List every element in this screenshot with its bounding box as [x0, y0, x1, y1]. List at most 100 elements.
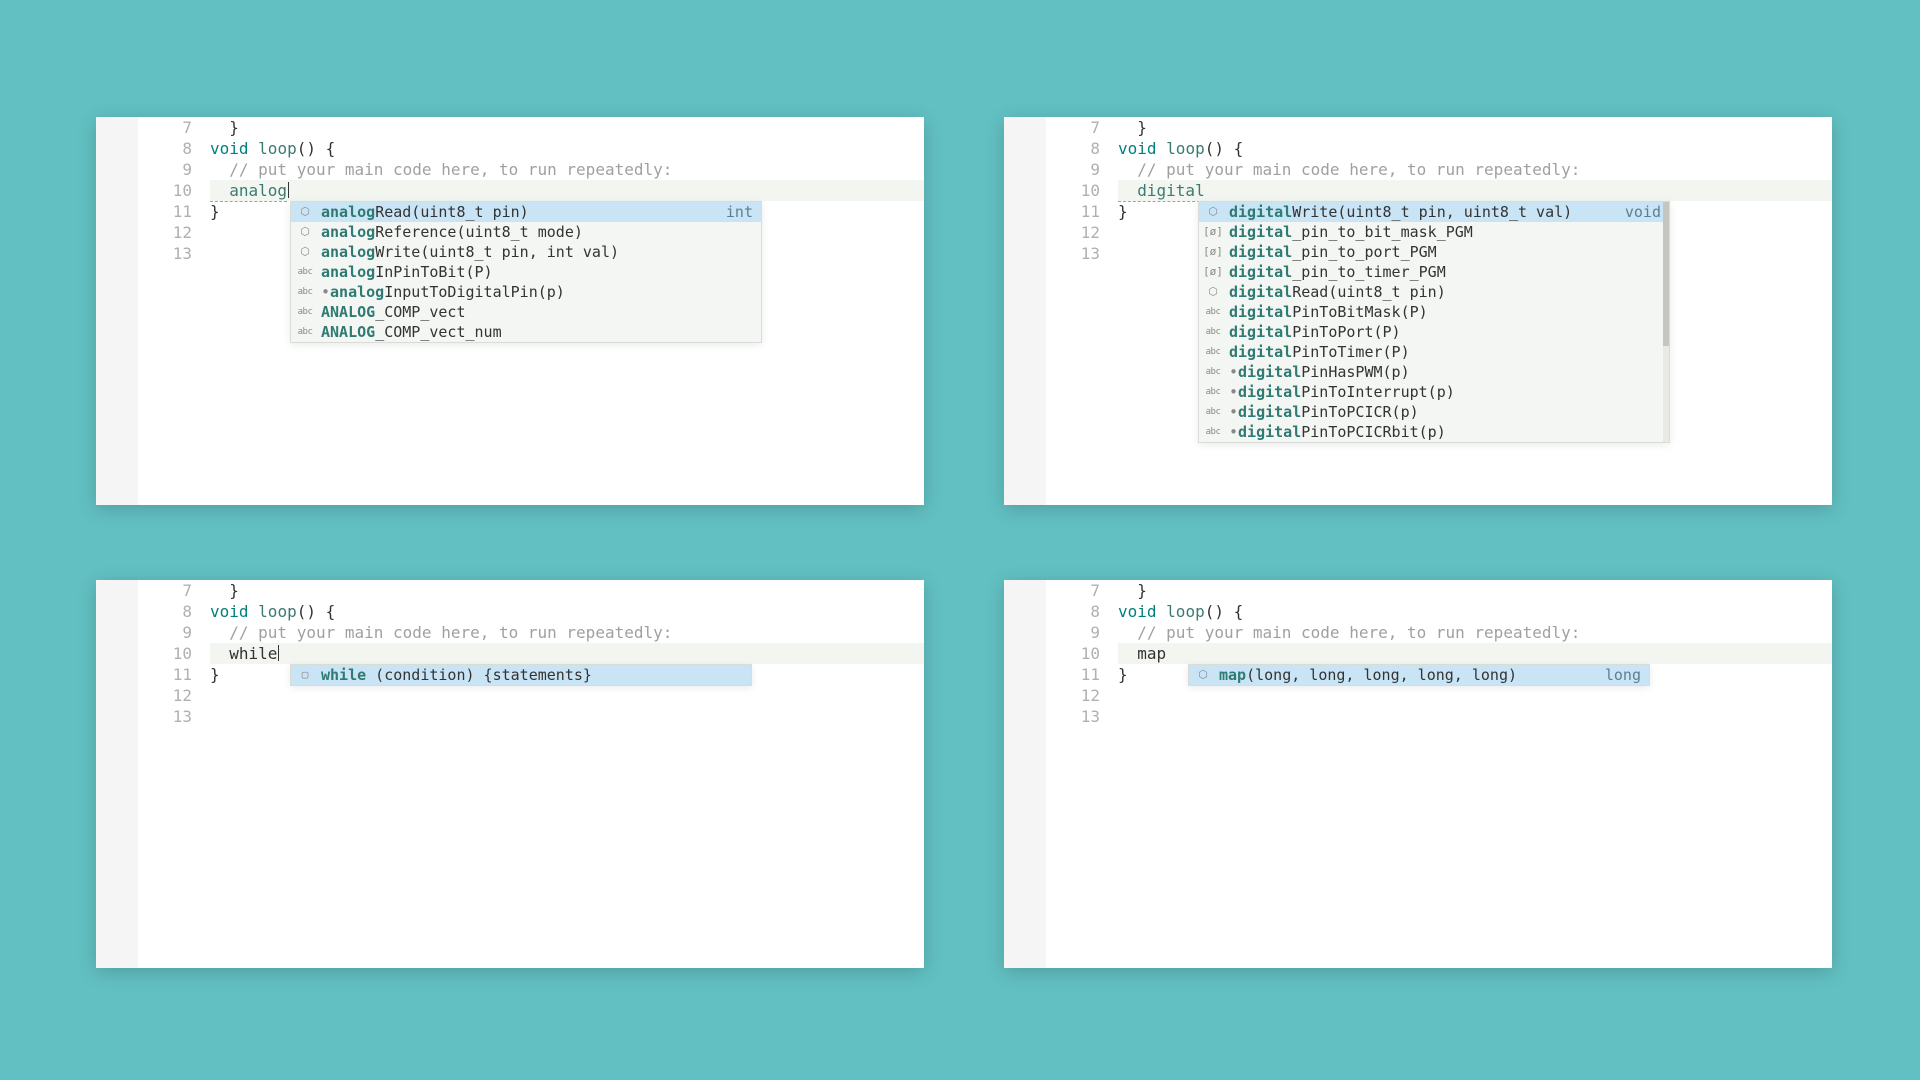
autocomplete-item[interactable]: abcANALOG_COMP_vect_num — [291, 322, 761, 342]
abc-icon: abc — [297, 302, 313, 322]
line-number: 12 — [1046, 222, 1118, 243]
code-line: } — [210, 581, 239, 600]
code-line: void loop() { — [1118, 138, 1832, 159]
abc-icon: abc — [1205, 302, 1221, 322]
text-cursor — [288, 182, 289, 198]
line-number: 12 — [138, 685, 210, 706]
bracket-icon: [ø] — [1205, 222, 1221, 242]
autocomplete-label: analogInPinToBit(P) — [321, 262, 753, 282]
active-line[interactable]: map — [1118, 643, 1832, 664]
abc-icon: abc — [1205, 422, 1221, 442]
autocomplete-label: digitalWrite(uint8_t pin, uint8_t val) — [1229, 202, 1607, 222]
autocomplete-item[interactable]: ▢while (condition) {statements} — [291, 665, 751, 685]
autocomplete-label: ANALOG_COMP_vect_num — [321, 322, 753, 342]
autocomplete-item[interactable]: ⬡ analogRead(uint8_t pin) int — [291, 202, 761, 222]
line-number-gutter: 7 8 9 10 11 12 13 — [138, 117, 210, 505]
autocomplete-popup[interactable]: ▢while (condition) {statements} — [290, 664, 752, 686]
line-number: 12 — [138, 222, 210, 243]
line-number: 9 — [138, 622, 210, 643]
editor-panel-while: 7 8 9 10 11 12 13 } void loop() { // put… — [96, 580, 924, 968]
active-line[interactable]: analog — [210, 180, 924, 201]
abc-icon: abc — [1205, 382, 1221, 402]
code-line: void loop() { — [1118, 601, 1832, 622]
autocomplete-item[interactable]: ⬡digitalRead(uint8_t pin) — [1199, 282, 1669, 302]
autocomplete-label: digitalPinToBitMask(P) — [1229, 302, 1661, 322]
autocomplete-label: digital_pin_to_timer_PGM — [1229, 262, 1661, 282]
autocomplete-popup[interactable]: ⬡map(long, long, long, long, long)long — [1188, 664, 1650, 686]
line-number-gutter: 7 8 9 10 11 12 13 — [1046, 580, 1118, 968]
autocomplete-item[interactable]: abc•digitalPinHasPWM(p) — [1199, 362, 1669, 382]
autocomplete-item[interactable]: [ø] digital_pin_to_bit_mask_PGM — [1199, 222, 1669, 242]
line-number: 7 — [138, 580, 210, 601]
code-area[interactable]: } void loop() { // put your main code he… — [1118, 580, 1832, 968]
editor-panel-digital: 7 8 9 10 11 12 13 } void loop() { // put… — [1004, 117, 1832, 505]
line-number: 10 — [1046, 180, 1118, 201]
autocomplete-item[interactable]: abcdigitalPinToTimer(P) — [1199, 342, 1669, 362]
return-type: void — [1615, 202, 1661, 222]
popup-scrollbar-thumb[interactable] — [1663, 202, 1669, 346]
code-area[interactable]: } void loop() { // put your main code he… — [1118, 117, 1832, 505]
code-comment: // put your main code here, to run repea… — [1118, 160, 1580, 179]
code-line: } — [1118, 665, 1128, 684]
cube-icon: ⬡ — [297, 202, 313, 222]
line-number: 9 — [1046, 622, 1118, 643]
code-area[interactable]: } void loop() { // put your main code he… — [210, 580, 924, 968]
autocomplete-item[interactable]: ⬡analogReference(uint8_t mode) — [291, 222, 761, 242]
line-number: 8 — [1046, 601, 1118, 622]
autocomplete-item[interactable]: abc•digitalPinToPCICRbit(p) — [1199, 422, 1669, 442]
gutter-margin — [96, 117, 138, 505]
autocomplete-item[interactable]: ⬡map(long, long, long, long, long)long — [1189, 665, 1649, 685]
autocomplete-item[interactable]: abcdigitalPinToPort(P) — [1199, 322, 1669, 342]
gutter-margin — [1004, 580, 1046, 968]
line-number: 10 — [138, 643, 210, 664]
autocomplete-item[interactable]: abc ANALOG_COMP_vect — [291, 302, 761, 322]
gutter-margin — [1004, 117, 1046, 505]
active-line[interactable]: while — [210, 643, 924, 664]
abc-icon: abc — [1205, 342, 1221, 362]
editor-panel-analog: 7 8 9 10 11 12 13 } void loop() { // put… — [96, 117, 924, 505]
autocomplete-item[interactable]: ⬡digitalWrite(uint8_t pin, uint8_t val)v… — [1199, 202, 1669, 222]
autocomplete-item[interactable]: abc•digitalPinToPCICR(p) — [1199, 402, 1669, 422]
line-number-gutter: 7 8 9 10 11 12 13 — [1046, 117, 1118, 505]
line-number: 10 — [1046, 643, 1118, 664]
line-number: 8 — [138, 138, 210, 159]
code-comment: // put your main code here, to run repea… — [210, 160, 672, 179]
active-line[interactable]: digital — [1118, 180, 1832, 201]
code-line: } — [210, 665, 220, 684]
line-number: 13 — [138, 706, 210, 727]
line-number: 7 — [1046, 117, 1118, 138]
autocomplete-label: analogWrite(uint8_t pin, int val) — [321, 242, 753, 262]
autocomplete-item[interactable]: [ø]digital_pin_to_port_PGM — [1199, 242, 1669, 262]
code-line — [210, 706, 924, 727]
autocomplete-label: •analogInputToDigitalPin(p) — [321, 282, 753, 302]
code-line: } — [210, 202, 220, 221]
typed-text: while — [210, 644, 277, 663]
line-number: 13 — [138, 243, 210, 264]
return-type: int — [716, 202, 753, 222]
autocomplete-item[interactable]: ⬡analogWrite(uint8_t pin, int val) — [291, 242, 761, 262]
autocomplete-popup[interactable]: ⬡ analogRead(uint8_t pin) int⬡analogRefere… — [290, 201, 762, 343]
autocomplete-label: ANALOG_COMP_vect — [321, 302, 753, 322]
gutter-margin — [96, 580, 138, 968]
autocomplete-item[interactable]: abc•digitalPinToInterrupt(p) — [1199, 382, 1669, 402]
abc-icon: abc — [297, 282, 313, 302]
line-number-gutter: 7 8 9 10 11 12 13 — [138, 580, 210, 968]
popup-scrollbar[interactable] — [1663, 202, 1669, 442]
line-number: 11 — [138, 201, 210, 222]
cube-icon: ⬡ — [1205, 282, 1221, 302]
line-number: 11 — [1046, 201, 1118, 222]
autocomplete-item[interactable]: abc •analogInputToDigitalPin(p) — [291, 282, 761, 302]
autocomplete-item[interactable]: abcanalogInPinToBit(P) — [291, 262, 761, 282]
code-line: void loop() { — [210, 601, 924, 622]
code-line — [1118, 706, 1832, 727]
cube-icon: ⬡ — [1195, 665, 1211, 685]
autocomplete-label: digital_pin_to_bit_mask_PGM — [1229, 222, 1661, 242]
typed-text: map — [1118, 644, 1166, 663]
autocomplete-item[interactable]: abc digitalPinToBitMask(P) — [1199, 302, 1669, 322]
code-line: } — [1118, 118, 1147, 137]
autocomplete-popup[interactable]: ⬡ digitalWrite(uint8_t pin, uint8_t val) v… — [1198, 201, 1670, 443]
autocomplete-label: map(long, long, long, long, long) — [1219, 665, 1587, 685]
autocomplete-item[interactable]: [ø]digital_pin_to_timer_PGM — [1199, 262, 1669, 282]
autocomplete-label: analogRead(uint8_t pin) — [321, 202, 708, 222]
code-area[interactable]: } void loop() { // put your main code he… — [210, 117, 924, 505]
